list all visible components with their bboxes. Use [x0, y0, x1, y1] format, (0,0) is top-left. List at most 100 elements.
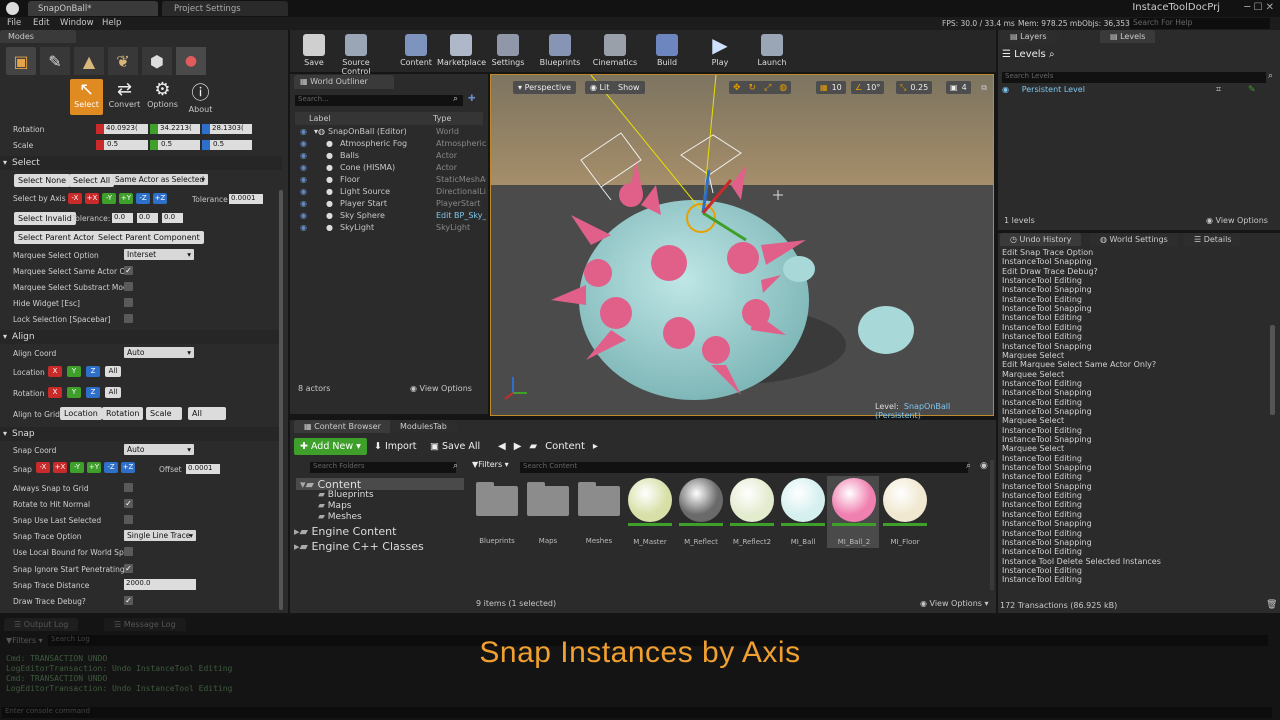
same-actor-dropdown[interactable]: Same Actor as Selected [112, 174, 208, 185]
toolbar-source-control-button[interactable]: Source Control [328, 32, 384, 76]
actor-type[interactable]: Edit BP_Sky_ [436, 210, 486, 222]
rotate-normal-checkbox[interactable]: ✓ [124, 499, 133, 508]
undo-history-item[interactable]: InstanceTool Snapping [1002, 519, 1092, 528]
toolbar-content-button[interactable]: Content [392, 32, 440, 67]
minus-x-button[interactable]: -X [68, 193, 82, 204]
undo-history-item[interactable]: InstanceTool Snapping [1002, 435, 1092, 444]
column-label[interactable]: Label [309, 114, 331, 123]
snap-plus-x-button[interactable]: +X [53, 462, 67, 473]
outliner-row[interactable]: ◉ ● Balls Actor [296, 150, 486, 162]
align-loc-x-button[interactable]: X [48, 366, 62, 377]
undo-history-item[interactable]: InstanceTool Snapping [1002, 538, 1092, 547]
undo-history-item[interactable]: Edit Snap Trace Option [1002, 248, 1093, 257]
world-settings-tab[interactable]: ◍ World Settings [1090, 233, 1178, 246]
search-content-input[interactable]: Search Content [520, 462, 968, 473]
minus-z-button[interactable]: -Z [136, 193, 150, 204]
undo-history-item[interactable]: InstanceTool Editing [1002, 566, 1082, 575]
folder-tree-item[interactable]: ▰ Blueprints [318, 490, 374, 500]
outliner-view-options[interactable]: ◉ View Options [410, 384, 472, 393]
asset-tile[interactable]: M_Reflect [677, 478, 725, 546]
undo-history-item[interactable]: Marquee Select [1002, 370, 1064, 379]
angle-snap-control[interactable]: ∠ 10° [851, 81, 885, 94]
align-rot-y-button[interactable]: Y [67, 387, 81, 398]
folder-tree-item[interactable]: ▰ Maps [318, 501, 351, 511]
align-rot-z-button[interactable]: Z [86, 387, 100, 398]
tolerance-y-field[interactable]: 0.0 [137, 213, 158, 223]
scale-y-field[interactable]: 0.5 [150, 140, 200, 150]
perspective-button[interactable]: ▾ Perspective [513, 81, 576, 94]
select-invalid-button[interactable]: Select Invalid [14, 212, 76, 225]
toolbar-build-button[interactable]: Build [643, 32, 691, 67]
align-loc-all-button[interactable]: All [105, 366, 121, 377]
paint-mode-icon[interactable]: ✎ [40, 47, 70, 75]
rotation-z-field[interactable]: 28.1303( [202, 124, 252, 134]
rotation-x-field[interactable]: 40.0923( [96, 124, 148, 134]
layers-tab[interactable]: ▤ Layers [1000, 30, 1057, 43]
geometry-mode-icon[interactable]: ⬢ [142, 47, 172, 75]
marquee-same-checkbox[interactable]: ✓ [124, 266, 133, 275]
show-button[interactable]: Show [613, 81, 645, 94]
undo-history-tab[interactable]: ◷ Undo History [1000, 233, 1082, 246]
console-input[interactable]: Enter console command [2, 707, 1272, 718]
offset-field[interactable]: 0.0001 [186, 464, 220, 474]
move-icon[interactable]: ✥ [733, 83, 741, 93]
undo-history-item[interactable]: InstanceTool Editing [1002, 276, 1082, 285]
eye-icon[interactable]: ◉ [300, 138, 307, 150]
undo-history-item[interactable]: InstanceTool Snapping [1002, 482, 1092, 491]
align-coord-dropdown[interactable]: Auto [124, 347, 194, 358]
rotate-icon[interactable]: ↻ [749, 83, 757, 93]
details-tab[interactable]: ☰ Details [1184, 233, 1242, 246]
outliner-row[interactable]: ◉ ● SkyLight SkyLight [296, 222, 486, 234]
tab-level[interactable]: SnapOnBall* [28, 1, 158, 16]
undo-history-item[interactable]: InstanceTool Editing [1002, 379, 1082, 388]
undo-history-item[interactable]: InstanceTool Snapping [1002, 285, 1092, 294]
world-icon[interactable]: ◍ [779, 83, 787, 93]
undo-history-item[interactable]: InstanceTool Editing [1002, 398, 1082, 407]
output-log-tab[interactable]: ☰ Output Log [4, 618, 79, 631]
toolbar-settings-button[interactable]: Settings [484, 32, 532, 67]
camera-speed-control[interactable]: ▣ 4 [946, 81, 971, 94]
align-rot-x-button[interactable]: X [48, 387, 62, 398]
about-tool-button[interactable]: ⓘ About [184, 79, 217, 115]
undo-history-item[interactable]: Marquee Select [1002, 351, 1064, 360]
undo-history-item[interactable]: InstanceTool Editing [1002, 454, 1082, 463]
content-browser-tab[interactable]: ▦ Content Browser [294, 420, 391, 433]
maximize-viewport-icon[interactable]: ⧉ [981, 83, 987, 93]
snap-minus-z-button[interactable]: -Z [104, 462, 118, 473]
folder-tree-item[interactable]: ▰ Meshes [318, 512, 362, 522]
menu-file[interactable]: File [7, 18, 21, 28]
world-outliner-tab[interactable]: ▦ World Outliner [294, 75, 394, 89]
toolbar-play-button[interactable]: ▶ Play [696, 32, 744, 67]
eye-icon[interactable]: ◉ [300, 174, 307, 186]
scale-snap-control[interactable]: ⤡ 0.25 [896, 81, 933, 94]
back-icon[interactable]: ◀ [498, 441, 506, 452]
asset-tile[interactable]: Meshes [575, 478, 623, 545]
toolbar-cinematics-button[interactable]: Cinematics [591, 32, 639, 67]
select-parent-actor-button[interactable]: Select Parent Actor [14, 231, 99, 244]
instance-tool-mode-icon[interactable]: ● [176, 47, 206, 75]
marquee-sub-checkbox[interactable] [124, 282, 133, 291]
toolbar-launch-button[interactable]: Launch [748, 32, 796, 67]
asset-tile[interactable]: MI_Ball [779, 478, 827, 546]
undo-history-item[interactable]: InstanceTool Editing [1002, 323, 1082, 332]
undo-history-item[interactable]: InstanceTool Editing [1002, 547, 1082, 556]
modes-tab[interactable]: Modes [0, 30, 76, 43]
eye-icon[interactable]: ◉ [300, 150, 307, 162]
trace-option-dropdown[interactable]: Single Line Trace [124, 530, 196, 541]
levels-search-input[interactable]: Search Levels [1002, 72, 1266, 83]
scale-icon[interactable]: ⤢ [764, 83, 771, 93]
undo-history-item[interactable]: Edit Draw Trace Debug? [1002, 267, 1098, 276]
landscape-mode-icon[interactable]: ▲ [74, 47, 104, 75]
viewport[interactable]: ▾ Perspective ◉ Lit Show ✥ ↻ ⤢ ◍ ▦ 10 ∠ 10° ⤡… [490, 74, 994, 420]
level-row[interactable]: ◉ Persistent Level [1002, 85, 1272, 96]
select-tool-button[interactable]: ↖ Select [70, 79, 103, 115]
undo-history-item[interactable]: Marquee Select [1002, 416, 1064, 425]
tab-project-settings[interactable]: Project Settings [162, 1, 288, 16]
options-tool-button[interactable]: ⚙ Options [146, 79, 179, 115]
level-search-icon[interactable]: ⌕ [1049, 49, 1055, 60]
always-snap-checkbox[interactable] [124, 483, 133, 492]
rotation-y-field[interactable]: 34.2213( [150, 124, 200, 134]
align-loc-z-button[interactable]: Z [86, 366, 100, 377]
lock-selection-checkbox[interactable] [124, 314, 133, 323]
outliner-row[interactable]: ◉ ● Sky Sphere Edit BP_Sky_ [296, 210, 486, 222]
